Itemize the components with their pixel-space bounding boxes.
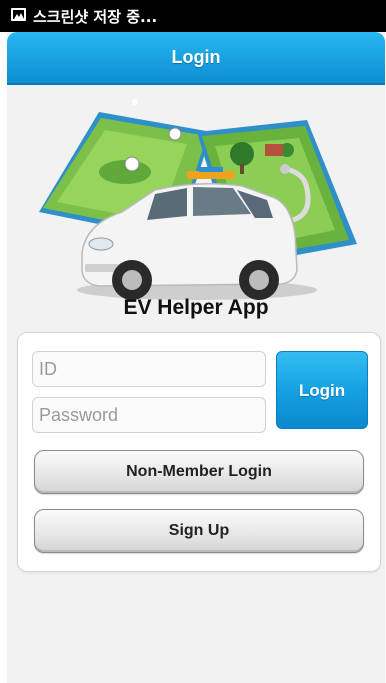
sign-up-button[interactable]: Sign Up [34,509,364,553]
password-input[interactable] [32,397,266,433]
login-button[interactable]: Login [276,351,368,429]
image-icon [11,8,26,21]
status-bar: 스크린샷 저장 중... [0,0,386,32]
non-member-login-button[interactable]: Non-Member Login [34,450,364,494]
app-title: EV Helper App [123,296,269,319]
id-input[interactable] [32,351,266,387]
page-title: Login [171,47,221,67]
title-bar: Login [7,32,385,85]
ev-car-map-illustration [39,99,357,300]
app-window: Login EV Helper App ID Login Non-Member … [7,32,385,683]
status-text: 스크린샷 저장 중... [33,8,158,26]
login-panel: Login Non-Member Login Sign Up [17,332,381,572]
